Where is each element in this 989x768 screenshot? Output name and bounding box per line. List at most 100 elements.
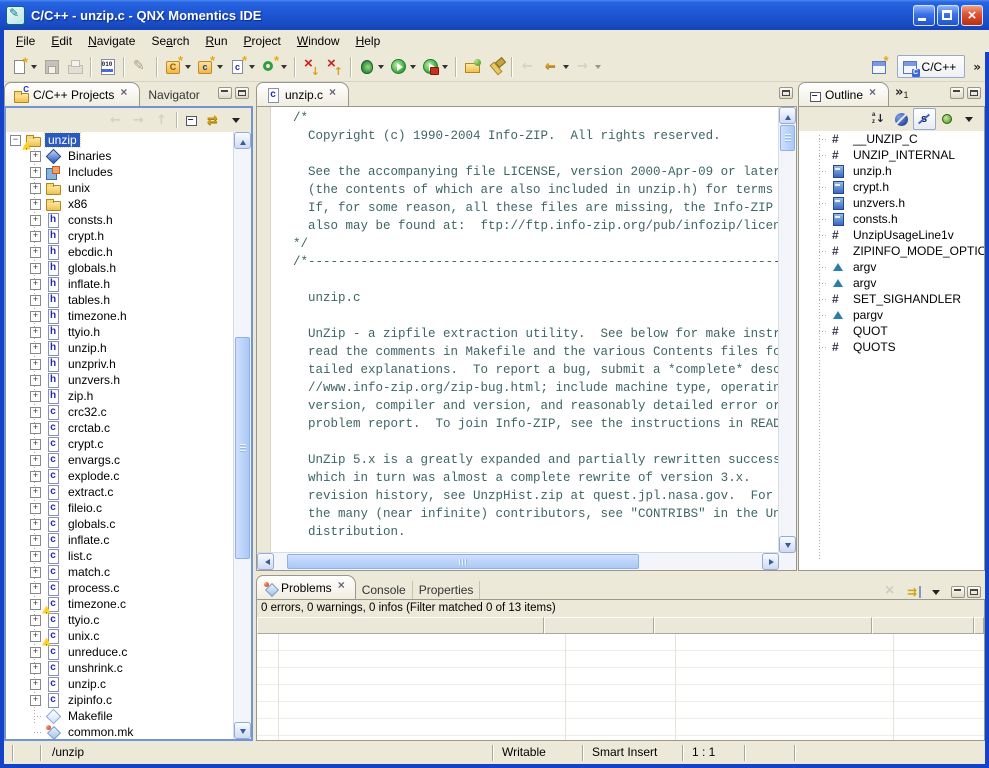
tree-item[interactable]: + globals.c [6, 516, 234, 532]
expander-icon[interactable]: + [30, 151, 41, 162]
menu-item[interactable]: Navigate [80, 32, 143, 50]
menu-item[interactable]: File [8, 32, 43, 50]
tree-item[interactable]: + inflate.h [6, 276, 234, 292]
maximize-editor-button[interactable] [779, 87, 793, 99]
expander-icon[interactable]: + [30, 503, 41, 514]
tab-cpp-projects[interactable]: C C/C++ Projects [4, 82, 140, 106]
tree-item[interactable]: + process.c [6, 580, 234, 596]
new-wizard-button[interactable] [8, 54, 40, 80]
tree-item[interactable]: + unix.c [6, 628, 234, 644]
menu-dd-button[interactable] [959, 108, 982, 130]
projects-vscrollbar[interactable] [233, 132, 251, 739]
expander-icon[interactable]: + [30, 391, 41, 402]
scroll-up-icon[interactable] [234, 132, 251, 149]
tree-item[interactable]: + ttyio.c [6, 612, 234, 628]
expander-icon[interactable]: + [30, 663, 41, 674]
maximize-button[interactable] [937, 5, 959, 26]
expander-icon[interactable]: + [30, 295, 41, 306]
scroll-up-icon[interactable] [779, 107, 796, 124]
expander-icon[interactable]: + [30, 567, 41, 578]
title-bar[interactable]: C/C++ - unzip.c - QNX Momentics IDE [0, 0, 989, 30]
minimize-view-button[interactable] [218, 87, 232, 99]
column-header[interactable] [544, 617, 654, 634]
hide-static-button[interactable] [913, 108, 936, 130]
menu-item[interactable]: Window [289, 32, 348, 50]
scroll-thumb[interactable] [780, 125, 795, 151]
menu-item[interactable]: Run [197, 32, 235, 50]
scroll-thumb[interactable] [287, 554, 639, 569]
menu-dd-button[interactable] [226, 109, 249, 131]
tree-item[interactable]: Makefile [6, 708, 234, 724]
expander-icon[interactable]: + [30, 535, 41, 546]
menu-item[interactable]: Search [143, 32, 197, 50]
expander-icon[interactable]: + [30, 551, 41, 562]
save-button[interactable] [40, 54, 63, 80]
close-button[interactable] [961, 5, 983, 26]
outline-item[interactable]: argv [799, 275, 984, 291]
scroll-thumb[interactable] [235, 337, 250, 559]
expander-icon[interactable]: + [30, 631, 41, 642]
minimize-view-button[interactable] [951, 586, 965, 598]
editor-vscrollbar[interactable] [778, 107, 796, 570]
tab-properties[interactable]: Properties [413, 581, 481, 599]
up-d-button[interactable] [151, 109, 174, 131]
outline-item[interactable]: crypt.h [799, 179, 984, 195]
expander-icon[interactable]: + [30, 375, 41, 386]
scroll-right-icon[interactable] [762, 553, 779, 570]
expander-icon[interactable]: + [30, 439, 41, 450]
scroll-down-icon[interactable] [779, 536, 796, 553]
editor-hscrollbar[interactable] [257, 552, 779, 570]
tab-problems[interactable]: Problems [256, 575, 356, 599]
tree-item[interactable]: + unzip.h [6, 340, 234, 356]
column-header[interactable] [872, 617, 974, 634]
expander-icon[interactable]: + [30, 583, 41, 594]
outline-item[interactable]: UnzipUsageLine1v [799, 227, 984, 243]
open-perspective-button[interactable] [868, 54, 891, 80]
column-header[interactable] [257, 617, 544, 634]
tree-item[interactable]: + inflate.c [6, 532, 234, 548]
expander-icon[interactable]: + [30, 599, 41, 610]
expander-icon[interactable]: + [30, 615, 41, 626]
x-down-button[interactable] [300, 54, 323, 80]
maximize-view-button[interactable] [967, 586, 981, 598]
tree-item[interactable]: + unzip.c [6, 676, 234, 692]
run-button[interactable] [387, 54, 419, 80]
tree-item[interactable]: + extract.c [6, 484, 234, 500]
toolbar-overflow-chevron[interactable]: » [973, 61, 983, 73]
expander-icon[interactable]: + [30, 519, 41, 530]
tree-item[interactable]: + list.c [6, 548, 234, 564]
tree-item[interactable]: + fileio.c [6, 500, 234, 516]
more-views-indicator[interactable]: » 1 [895, 84, 908, 106]
expander-icon[interactable]: + [30, 279, 41, 290]
tree-item[interactable]: + timezone.c [6, 596, 234, 612]
expander-icon[interactable]: + [30, 215, 41, 226]
tab-navigator[interactable]: Navigator [140, 84, 207, 106]
outline-item[interactable]: QUOTS [799, 339, 984, 355]
x-up-button[interactable] [323, 54, 346, 80]
collapse-button[interactable] [180, 109, 203, 131]
menu-item[interactable]: Edit [43, 32, 80, 50]
tree-item[interactable]: + unzvers.h [6, 372, 234, 388]
tree-item[interactable]: + Binaries [6, 148, 234, 164]
expander-icon[interactable]: + [30, 487, 41, 498]
tab-outline[interactable]: Outline [798, 82, 889, 106]
debug-button[interactable] [356, 54, 387, 80]
expander-icon[interactable]: + [30, 343, 41, 354]
expander-icon[interactable]: + [30, 247, 41, 258]
expander-icon[interactable]: + [30, 327, 41, 338]
expander-icon[interactable]: + [30, 695, 41, 706]
binary-button[interactable] [96, 54, 119, 80]
expander-icon[interactable]: + [30, 359, 41, 370]
maximize-view-button[interactable] [967, 87, 981, 99]
c-editor-button[interactable] [129, 54, 152, 80]
tree-item[interactable]: + zip.h [6, 388, 234, 404]
sort-button[interactable] [867, 108, 890, 130]
expander-icon[interactable]: + [30, 311, 41, 322]
new-cpp-class-button[interactable] [194, 54, 226, 80]
expander-icon[interactable]: + [30, 471, 41, 482]
outline-item[interactable]: pargv [799, 307, 984, 323]
maximize-view-button[interactable] [235, 87, 249, 99]
perspective-cpp-button[interactable]: C/C++ [897, 55, 966, 78]
print-button[interactable] [63, 54, 86, 80]
outline-item[interactable]: UNZIP_INTERNAL [799, 147, 984, 163]
